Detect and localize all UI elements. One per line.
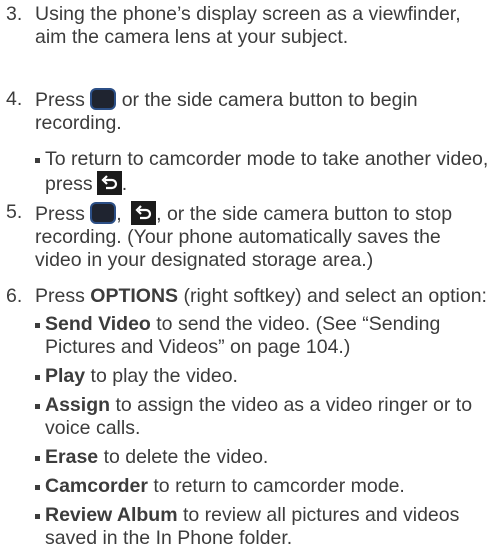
option-name: Assign bbox=[45, 394, 111, 416]
step-text: Press , , or the side camera button to s… bbox=[35, 201, 490, 272]
option-name: Play bbox=[45, 365, 86, 387]
option-name: Camcorder bbox=[45, 475, 148, 497]
step-number: 3. bbox=[6, 3, 23, 25]
options-softkey-label: OPTIONS bbox=[90, 285, 179, 307]
option-camcorder: Camcorder to return to camcorder mode. bbox=[35, 475, 490, 498]
manual-page: 3. Using the phone’s display screen as a… bbox=[0, 0, 493, 549]
bullet-icon bbox=[35, 158, 40, 163]
step-text-pre: Press bbox=[35, 203, 85, 225]
option-send-video: Send Video to send the video. (See “Send… bbox=[35, 313, 490, 359]
step-number: 5. bbox=[6, 201, 23, 223]
option-text: Assign to assign the video as a video ri… bbox=[45, 394, 490, 440]
step-text-pre: Press bbox=[35, 89, 85, 111]
option-description: to assign the video as a video ringer or… bbox=[45, 394, 473, 439]
option-text: Review Album to review all pictures and … bbox=[45, 504, 490, 550]
option-description: to play the video. bbox=[90, 365, 238, 387]
step-text: Press or the side camera button to begin… bbox=[35, 88, 490, 135]
step-text-post: (right softkey) and select an option: bbox=[183, 285, 487, 307]
back-key-icon bbox=[131, 201, 157, 225]
step-text: Press OPTIONS (right softkey) and select… bbox=[35, 285, 490, 308]
step-text-pre: Press bbox=[35, 285, 85, 307]
step-4-note: To return to camcorder mode to take anot… bbox=[35, 148, 490, 196]
step-6: 6. Press OPTIONS (right softkey) and sel… bbox=[6, 285, 490, 308]
step-number: 6. bbox=[6, 285, 23, 307]
step-number: 4. bbox=[6, 88, 23, 110]
bullet-icon bbox=[35, 323, 40, 328]
option-text: Erase to delete the video. bbox=[45, 446, 490, 469]
back-key-icon bbox=[96, 171, 122, 195]
center-key-icon bbox=[90, 202, 117, 224]
step-text-sep: , bbox=[116, 203, 122, 225]
step-4: 4. Press or the side camera button to be… bbox=[6, 88, 490, 135]
bullet-icon bbox=[35, 456, 40, 461]
option-erase: Erase to delete the video. bbox=[35, 446, 490, 469]
note-text-post: . bbox=[121, 173, 128, 195]
note-text: To return to camcorder mode to take anot… bbox=[45, 148, 490, 196]
bullet-icon bbox=[35, 514, 40, 519]
step-3: 3. Using the phone’s display screen as a… bbox=[6, 3, 490, 49]
option-text: Send Video to send the video. (See “Send… bbox=[45, 313, 490, 359]
option-name: Send Video bbox=[45, 313, 151, 335]
option-name: Review Album bbox=[45, 504, 178, 526]
option-description: to return to camcorder mode. bbox=[153, 475, 405, 497]
option-name: Erase bbox=[45, 446, 99, 468]
option-play: Play to play the video. bbox=[35, 365, 490, 388]
option-review-album: Review Album to review all pictures and … bbox=[35, 504, 490, 550]
option-description: to delete the video. bbox=[103, 446, 269, 468]
bullet-icon bbox=[35, 485, 40, 490]
bullet-icon bbox=[35, 375, 40, 380]
step-text: Using the phone’s display screen as a vi… bbox=[35, 3, 461, 48]
option-text: Play to play the video. bbox=[45, 365, 490, 388]
option-assign: Assign to assign the video as a video ri… bbox=[35, 394, 490, 440]
bullet-icon bbox=[35, 404, 40, 409]
option-text: Camcorder to return to camcorder mode. bbox=[45, 475, 490, 498]
center-key-icon bbox=[90, 88, 117, 110]
step-5: 5. Press , , or the side camera button t… bbox=[6, 201, 490, 272]
